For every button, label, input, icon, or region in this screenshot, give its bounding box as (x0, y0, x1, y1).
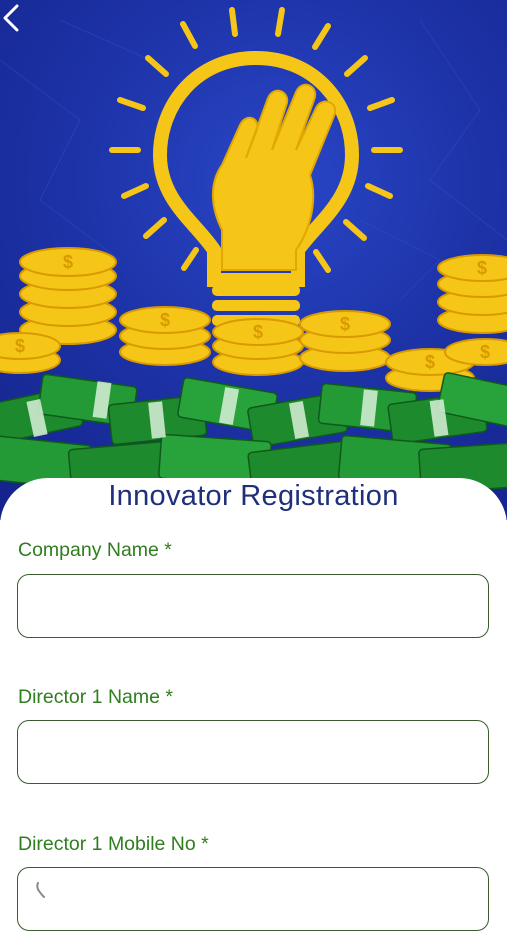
director-1-name-label: Director 1 Name * (18, 686, 173, 708)
header-banner: $ $ $ $ $ $ $ $ (0, 0, 507, 520)
svg-text:$: $ (477, 258, 487, 278)
svg-text:$: $ (480, 342, 490, 362)
svg-text:$: $ (340, 314, 350, 334)
svg-text:$: $ (15, 336, 25, 356)
banner-illustration: $ $ $ $ $ $ $ $ (0, 7, 507, 497)
svg-text:$: $ (253, 322, 263, 342)
director-1-name-field[interactable] (17, 720, 489, 784)
company-name-label: Company Name * (18, 539, 172, 561)
company-name-field[interactable] (17, 574, 489, 638)
director-1-mobile-label: Director 1 Mobile No * (18, 833, 209, 855)
director-1-mobile-field[interactable] (17, 867, 489, 931)
svg-text:$: $ (63, 252, 73, 272)
phone-icon (36, 882, 45, 898)
page-title: Innovator Registration (108, 480, 399, 512)
director-1-mobile-input[interactable] (18, 868, 488, 930)
director-1-name-input[interactable] (18, 721, 488, 783)
chevron-left-icon (3, 4, 19, 32)
back-button[interactable] (2, 4, 32, 40)
svg-text:$: $ (160, 310, 170, 330)
svg-text:$: $ (425, 352, 435, 372)
company-name-input[interactable] (18, 575, 488, 637)
